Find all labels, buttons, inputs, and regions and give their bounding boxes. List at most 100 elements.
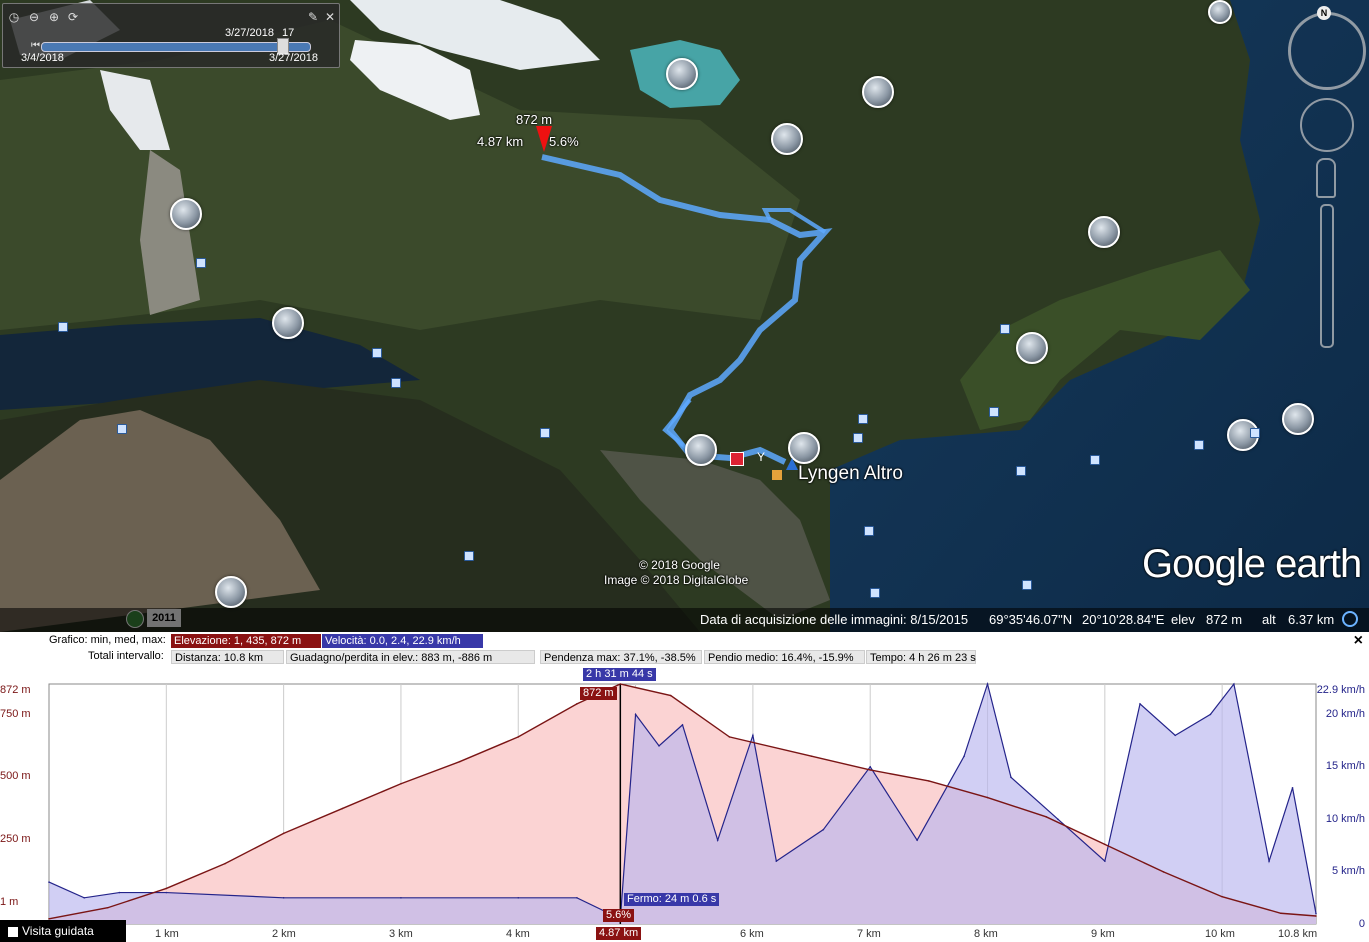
photo-thumbnail[interactable] — [1016, 332, 1048, 364]
photo-thumbnail[interactable] — [1088, 216, 1120, 248]
speed-point — [752, 734, 754, 737]
slider-end-date: 3/27/2018 — [269, 52, 318, 64]
photo-thumbnail[interactable] — [862, 76, 894, 108]
photo-thumbnail[interactable] — [170, 198, 202, 230]
poi-pin[interactable] — [1022, 580, 1032, 590]
status-bar: Data di acquisizione delle immagini: 8/1… — [0, 608, 1369, 632]
poi-pin[interactable] — [870, 588, 880, 598]
photo-thumbnail[interactable] — [666, 58, 698, 90]
speed-point — [775, 860, 778, 862]
move-joystick[interactable] — [1300, 98, 1354, 152]
elevation-point — [224, 862, 226, 865]
streaming-indicator-icon — [1342, 611, 1358, 627]
lodging-icon[interactable] — [772, 470, 782, 480]
google-copyright: © 2018 Google — [639, 558, 720, 572]
google-earth-logo: Google earth — [1142, 542, 1362, 586]
photo-thumbnail[interactable] — [685, 434, 717, 466]
photo-thumbnail[interactable] — [1282, 403, 1314, 435]
close-icon[interactable]: ✕ — [323, 10, 337, 24]
poi-pin[interactable] — [1016, 466, 1026, 476]
elevation-point — [1104, 843, 1106, 846]
poi-pin[interactable] — [853, 433, 863, 443]
map-view[interactable]: Y 872 m 4.87 km 5.6% Lyngen Altro © 2018… — [0, 0, 1369, 632]
street-view-pegman-icon[interactable] — [1316, 158, 1336, 198]
x-tick-label: 8 km — [974, 928, 998, 940]
photo-thumbnail[interactable] — [771, 123, 803, 155]
elevation-point — [869, 769, 872, 771]
photo-thumbnail[interactable] — [215, 576, 247, 608]
speed-point — [1315, 912, 1317, 915]
speed-point — [48, 881, 50, 883]
time-slider-track[interactable] — [41, 42, 311, 52]
slider-start-date: 3/4/2018 — [21, 52, 64, 64]
guided-tour-label: Visita guidata — [22, 924, 94, 938]
track-end-icon — [786, 458, 798, 470]
speed-point — [822, 828, 825, 831]
elev-value: 872 m — [1206, 612, 1243, 627]
alt-label: alt — [1262, 612, 1276, 627]
zoom-slider[interactable] — [1320, 204, 1334, 348]
elevation-point — [619, 683, 622, 685]
speed-point — [517, 896, 520, 899]
poi-pin[interactable] — [464, 551, 474, 561]
zoom-in-icon[interactable]: ⊕ — [47, 10, 61, 24]
poi-pin[interactable] — [1194, 440, 1204, 450]
speed-point — [1291, 786, 1294, 789]
elevation-point — [928, 780, 930, 782]
poi-pin[interactable] — [989, 407, 999, 417]
speed-point — [1010, 776, 1012, 779]
route-distance-label: 4.87 km — [477, 134, 524, 149]
x-tick-label: 10 km — [1205, 928, 1235, 940]
zoom-out-icon[interactable]: ⊖ — [27, 10, 41, 24]
look-compass[interactable] — [1288, 12, 1366, 90]
acquisition-date: Data di acquisizione delle immagini: 8/1… — [700, 612, 969, 627]
poi-pin[interactable] — [372, 348, 382, 358]
speed-point — [986, 683, 989, 685]
speed-point — [716, 839, 719, 841]
photo-thumbnail[interactable] — [272, 307, 304, 339]
speed-point — [1174, 734, 1177, 737]
photo-thumbnail[interactable] — [1208, 0, 1232, 24]
poi-pin[interactable] — [1090, 455, 1100, 465]
poi-pin[interactable] — [196, 258, 206, 268]
poi-pin[interactable] — [58, 322, 68, 332]
north-button[interactable]: N — [1317, 6, 1331, 20]
elevation-profile-panel[interactable]: Grafico: min, med, max: Elevazione: 1, 4… — [0, 632, 1369, 942]
poi-pin[interactable] — [1000, 324, 1010, 334]
speed-point — [1209, 713, 1212, 716]
speed-point — [869, 765, 872, 768]
elevation-point — [517, 736, 520, 738]
elevation-point — [669, 694, 672, 697]
time-slider-panel[interactable]: ◷ ⊖ ⊕ ⟳ ✎ ✕ 3/27/2018 17 ⏮ 3/4/2018 3/27… — [2, 3, 340, 68]
poi-pin[interactable] — [1250, 428, 1260, 438]
wrench-icon[interactable]: ✎ — [306, 10, 320, 24]
speed-point — [658, 745, 660, 747]
guided-tour-button[interactable]: Visita guidata — [0, 920, 126, 942]
poi-pin[interactable] — [864, 526, 874, 536]
place-label[interactable]: Lyngen Altro — [798, 463, 903, 485]
longitude: 20°10'28.84"E — [1082, 612, 1165, 627]
speed-point — [1104, 860, 1106, 862]
elevation-point — [1315, 915, 1317, 917]
elevation-point — [282, 832, 285, 835]
speed-point — [118, 891, 121, 894]
x-tick-label: 9 km — [1091, 928, 1115, 940]
navigation-controls[interactable]: N — [1286, 6, 1366, 348]
play-icon[interactable]: ⟳ — [66, 10, 80, 24]
glass-icon[interactable]: Y — [757, 451, 767, 463]
poi-pin[interactable] — [540, 428, 550, 438]
rewind-icon[interactable]: ⏮ — [31, 40, 40, 51]
poi-pin[interactable] — [117, 424, 127, 434]
elevation-point — [986, 796, 989, 799]
camera-icon[interactable] — [730, 452, 744, 466]
speed-point — [916, 839, 918, 841]
poi-pin[interactable] — [858, 414, 868, 424]
elevation-point — [458, 760, 461, 763]
stop-duration-tag: Fermo: 24 m 0.6 s — [624, 893, 720, 906]
speed-point — [83, 896, 85, 899]
clock-icon[interactable]: ◷ — [7, 10, 21, 24]
tour-icon — [8, 926, 18, 937]
poi-pin[interactable] — [391, 378, 401, 388]
speed-point — [1057, 818, 1059, 820]
imagery-copyright: Image © 2018 DigitalGlobe — [604, 573, 749, 587]
